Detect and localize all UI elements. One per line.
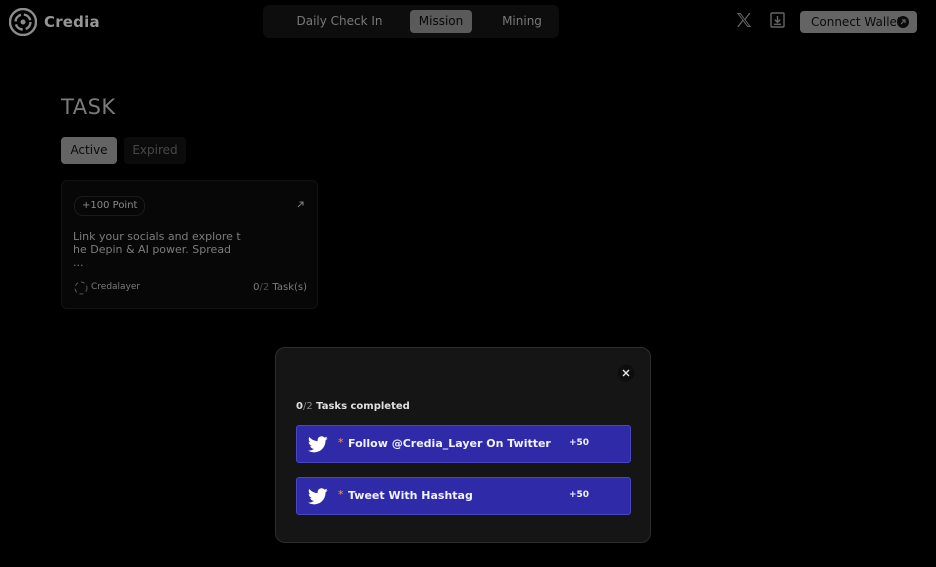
tasks-completed-count: 0/2 Tasks completed [296,401,410,412]
completed-done: 0 [296,401,303,412]
completed-total: /2 [302,401,313,412]
task-follow-twitter-button[interactable]: * Follow @Credia_Layer On Twitter +50 [296,425,631,463]
completed-suffix: Tasks completed [312,401,410,412]
task-label: Follow @Credia_Layer On Twitter [348,437,551,450]
close-icon[interactable] [617,364,635,382]
task-reward: +50 [569,438,590,448]
task-modal: 0/2 Tasks completed * Follow @Credia_Lay… [275,347,651,543]
twitter-bird-icon [308,488,328,505]
task-tweet-hashtag-button[interactable]: * Tweet With Hashtag +50 [296,477,631,515]
required-marker: * [338,436,344,449]
task-reward: +50 [569,490,590,500]
required-marker: * [338,488,344,501]
task-label: Tweet With Hashtag [348,489,473,502]
twitter-bird-icon [308,436,328,453]
